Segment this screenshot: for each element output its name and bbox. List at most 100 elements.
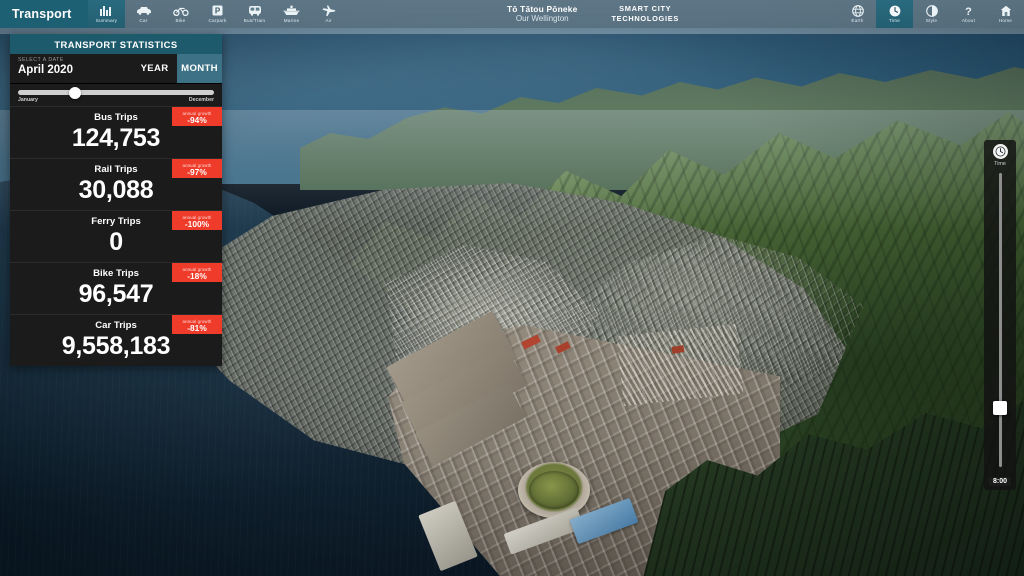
- stat-name: Bike Trips: [93, 268, 139, 279]
- tab-label: Summary: [96, 18, 117, 24]
- top-toolbar: Transport Summary Car Bike: [0, 0, 1024, 28]
- stat-value: 0: [109, 228, 123, 257]
- badge-value: -97%: [187, 169, 207, 176]
- stat-name: Car Trips: [95, 320, 137, 331]
- product-brand: SMART CITY TECHNOLOGIES: [611, 4, 679, 24]
- stadium: [518, 462, 590, 518]
- tool-home[interactable]: Home: [987, 0, 1024, 28]
- tab-carpark[interactable]: P Carpark: [199, 0, 236, 28]
- svg-text:?: ?: [965, 6, 972, 17]
- tool-label: About: [962, 18, 975, 24]
- stat-value: 96,547: [79, 280, 154, 309]
- tool-label: Earth: [851, 18, 863, 24]
- date-display: SELECT A DATE April 2020: [10, 54, 132, 83]
- clock-icon: [889, 5, 901, 17]
- bar-chart-icon: [100, 5, 113, 17]
- stat-row[interactable]: Ferry Trips 0 annual growth -100%: [10, 210, 222, 262]
- time-slider-track[interactable]: [999, 173, 1002, 467]
- time-of-day-slider[interactable]: Time 8:00: [984, 140, 1016, 490]
- month-mode-button[interactable]: MONTH: [177, 54, 222, 83]
- status-badge: annual growth -97%: [172, 159, 222, 178]
- date-picker-label: SELECT A DATE: [18, 57, 132, 63]
- panel-title: TRANSPORT STATISTICS: [54, 39, 177, 50]
- tab-bike[interactable]: Bike: [162, 0, 199, 28]
- tab-label: Marine: [284, 18, 300, 24]
- tab-label: Air: [325, 18, 331, 24]
- ferry-icon: [283, 5, 300, 17]
- slider-max-label: December: [189, 97, 214, 103]
- tab-marine[interactable]: Marine: [273, 0, 310, 28]
- month-slider-labels: January December: [18, 97, 214, 103]
- stat-name: Bus Trips: [94, 112, 138, 123]
- date-mode-toggle: YEAR MONTH: [132, 54, 222, 83]
- status-badge: annual growth -100%: [172, 211, 222, 230]
- tab-bus-train[interactable]: Bus/Train: [236, 0, 273, 28]
- tool-about[interactable]: ? About: [950, 0, 987, 28]
- tab-label: Bus/Train: [244, 18, 266, 24]
- status-badge: annual growth -81%: [172, 315, 222, 334]
- bicycle-icon: [173, 5, 189, 17]
- stat-value: 9,558,183: [62, 332, 171, 361]
- brand-maori-name: Tō Tātou Pōneke: [507, 4, 577, 14]
- date-picker: SELECT A DATE April 2020 YEAR MONTH: [10, 54, 222, 84]
- city-brand: Tō Tātou Pōneke Our Wellington: [507, 4, 577, 24]
- tool-label: Time: [889, 18, 900, 24]
- stat-name: Rail Trips: [94, 164, 137, 175]
- badge-value: -100%: [185, 221, 209, 228]
- selected-date-value: April 2020: [18, 64, 132, 76]
- brand-english-name: Our Wellington: [507, 14, 577, 24]
- app-title-block: Transport: [0, 0, 88, 28]
- rail-yard: [617, 324, 744, 406]
- parking-icon: P: [212, 5, 223, 17]
- tool-earth[interactable]: Earth: [839, 0, 876, 28]
- status-badge: annual growth -94%: [172, 107, 222, 126]
- badge-value: -18%: [187, 273, 207, 280]
- bus-icon: [248, 5, 262, 17]
- month-slider: January December: [10, 84, 222, 106]
- stat-row[interactable]: Bike Trips 96,547 annual growth -18%: [10, 262, 222, 314]
- product-line-2: TECHNOLOGIES: [611, 14, 679, 24]
- app-title: Transport: [12, 7, 71, 21]
- status-badge: annual growth -18%: [172, 263, 222, 282]
- smart-city-app: Transport Summary Car Bike: [0, 0, 1024, 576]
- brand-block: Tō Tātou Pōneke Our Wellington SMART CIT…: [347, 0, 839, 28]
- transport-statistics-panel: TRANSPORT STATISTICS SELECT A DATE April…: [10, 34, 222, 366]
- module-tabs: Summary Car Bike P Carpark: [88, 0, 347, 28]
- time-slider-handle[interactable]: [993, 401, 1007, 415]
- tab-summary[interactable]: Summary: [88, 0, 125, 28]
- question-mark-icon: ?: [963, 5, 974, 17]
- panel-header: TRANSPORT STATISTICS: [10, 34, 222, 54]
- stat-value: 124,753: [72, 124, 160, 153]
- home-icon: [1000, 5, 1012, 17]
- tab-label: Bike: [176, 18, 186, 24]
- globe-icon: [852, 5, 864, 17]
- month-slider-handle[interactable]: [69, 87, 81, 99]
- stat-row[interactable]: Car Trips 9,558,183 annual growth -81%: [10, 314, 222, 366]
- car-icon: [136, 5, 152, 17]
- product-line-1: SMART CITY: [611, 4, 679, 14]
- slider-min-label: January: [18, 97, 38, 103]
- tab-label: Carpark: [208, 18, 226, 24]
- svg-text:P: P: [215, 6, 221, 15]
- tab-car[interactable]: Car: [125, 0, 162, 28]
- airplane-icon: [322, 5, 336, 17]
- stat-value: 30,088: [79, 176, 154, 205]
- time-slider-label: Time: [994, 161, 1006, 167]
- tool-label: Style: [926, 18, 937, 24]
- badge-value: -81%: [187, 325, 207, 332]
- clock-icon: [993, 144, 1008, 159]
- current-time-value: 8:00: [989, 477, 1011, 486]
- tool-style[interactable]: Style: [913, 0, 950, 28]
- tab-label: Car: [139, 18, 147, 24]
- badge-value: -94%: [187, 117, 207, 124]
- stat-name: Ferry Trips: [91, 216, 141, 227]
- contrast-icon: [926, 5, 938, 17]
- global-tools: Earth Time Style ? About: [839, 0, 1024, 28]
- tool-time[interactable]: Time: [876, 0, 913, 28]
- month-slider-track[interactable]: [18, 90, 214, 95]
- stat-row[interactable]: Rail Trips 30,088 annual growth -97%: [10, 158, 222, 210]
- tab-air[interactable]: Air: [310, 0, 347, 28]
- stat-row[interactable]: Bus Trips 124,753 annual growth -94%: [10, 106, 222, 158]
- tool-label: Home: [999, 18, 1012, 24]
- year-mode-button[interactable]: YEAR: [132, 54, 177, 83]
